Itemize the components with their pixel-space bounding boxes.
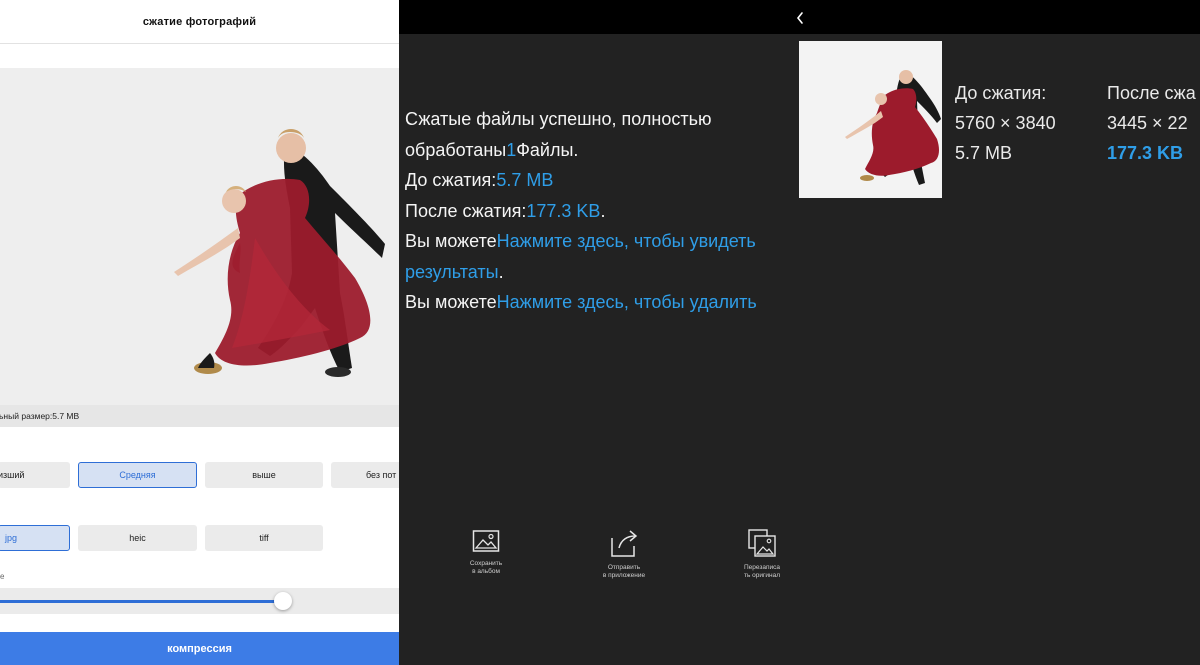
view-results-line-2: результаты.	[405, 261, 504, 282]
view-results-line: Вы можетеНажмите здесь, чтобы увидеть	[405, 231, 756, 251]
slider-label: e	[0, 572, 5, 581]
delete-line: Вы можетеНажмите здесь, чтобы удалить	[405, 292, 757, 312]
dancers-thumbnail	[799, 41, 942, 198]
before-size-value: 5.7 MB	[496, 170, 554, 190]
result-line-2: обработаны1Файлы.	[405, 139, 579, 160]
overwrite-original-button[interactable]: Перезаписа ть оригинал	[722, 528, 802, 580]
page-title: сжатие фотографий	[0, 0, 399, 44]
before-size-line: До сжатия:5.7 MB	[405, 170, 554, 190]
overwrite-label-1: Перезаписа	[744, 564, 780, 571]
before-dimensions: 5760 × 3840	[955, 113, 1056, 133]
after-size-line: После сжатия:177.3 KB.	[405, 200, 606, 221]
share-to-app-button[interactable]: Отправить в приложение	[584, 528, 664, 580]
view-results-link[interactable]: Нажмите здесь, чтобы увидеть	[497, 231, 756, 251]
save-label-1: Сохранить	[469, 560, 503, 567]
photo-preview	[0, 68, 399, 405]
result-line-1: Сжатые файлы успешно, полностью	[405, 109, 712, 129]
save-to-album-button[interactable]: Сохранить в альбом	[446, 528, 526, 576]
quality-option-higher[interactable]: выше	[205, 462, 323, 488]
format-option-jpg[interactable]: jpg	[0, 525, 70, 551]
after-size-value: 177.3 KB	[526, 200, 601, 221]
after-size: 177.3 KB	[1107, 143, 1184, 163]
format-option-heic[interactable]: heic	[78, 525, 197, 551]
quality-slider-fill	[0, 600, 283, 603]
file-count: 1	[506, 139, 517, 160]
share-label-1: Отправить	[607, 564, 641, 571]
photos-icon	[748, 529, 776, 557]
image-icon	[472, 530, 500, 552]
quality-option-lowest[interactable]: изший	[0, 462, 70, 488]
view-results-link-cont[interactable]: результаты	[405, 262, 499, 282]
delete-original-link[interactable]: Нажмите здесь, чтобы удалить	[497, 292, 757, 312]
compression-result-panel: Сжатые файлы успешно, полностью обработа…	[399, 0, 1200, 665]
before-size: 5.7 MB	[955, 143, 1013, 163]
after-dimensions: 3445 × 22	[1107, 113, 1188, 133]
original-size-label: ьный размер:5.7 MB	[0, 405, 399, 427]
top-bar	[399, 0, 1200, 34]
quality-slider-thumb[interactable]	[274, 592, 292, 610]
after-label: После сжа	[1107, 83, 1196, 103]
compression-settings-panel: сжатие фотографий ьный размер:5.7 MB изш…	[0, 0, 399, 665]
share-icon	[611, 530, 638, 557]
format-option-tiff[interactable]: tiff	[205, 525, 323, 551]
quality-option-medium[interactable]: Средняя	[78, 462, 197, 488]
quality-option-lossless[interactable]: без пот	[331, 462, 399, 488]
before-label: До сжатия:	[955, 83, 1047, 103]
chevron-left-icon[interactable]	[795, 10, 805, 26]
overwrite-label-2: ть оригинал	[743, 572, 781, 579]
after-stats: После сжа 3445 × 22 177.3 KB	[1107, 78, 1196, 168]
save-label-2: в альбом	[472, 568, 500, 575]
before-stats: До сжатия: 5760 × 3840 5.7 MB	[955, 78, 1056, 168]
share-label-2: в приложение	[602, 572, 646, 579]
dancers-photo	[0, 68, 399, 405]
result-message: Сжатые файлы успешно, полностью обработа…	[405, 104, 805, 318]
result-thumbnail[interactable]	[799, 41, 942, 198]
compress-button[interactable]: компрессия	[0, 632, 399, 665]
